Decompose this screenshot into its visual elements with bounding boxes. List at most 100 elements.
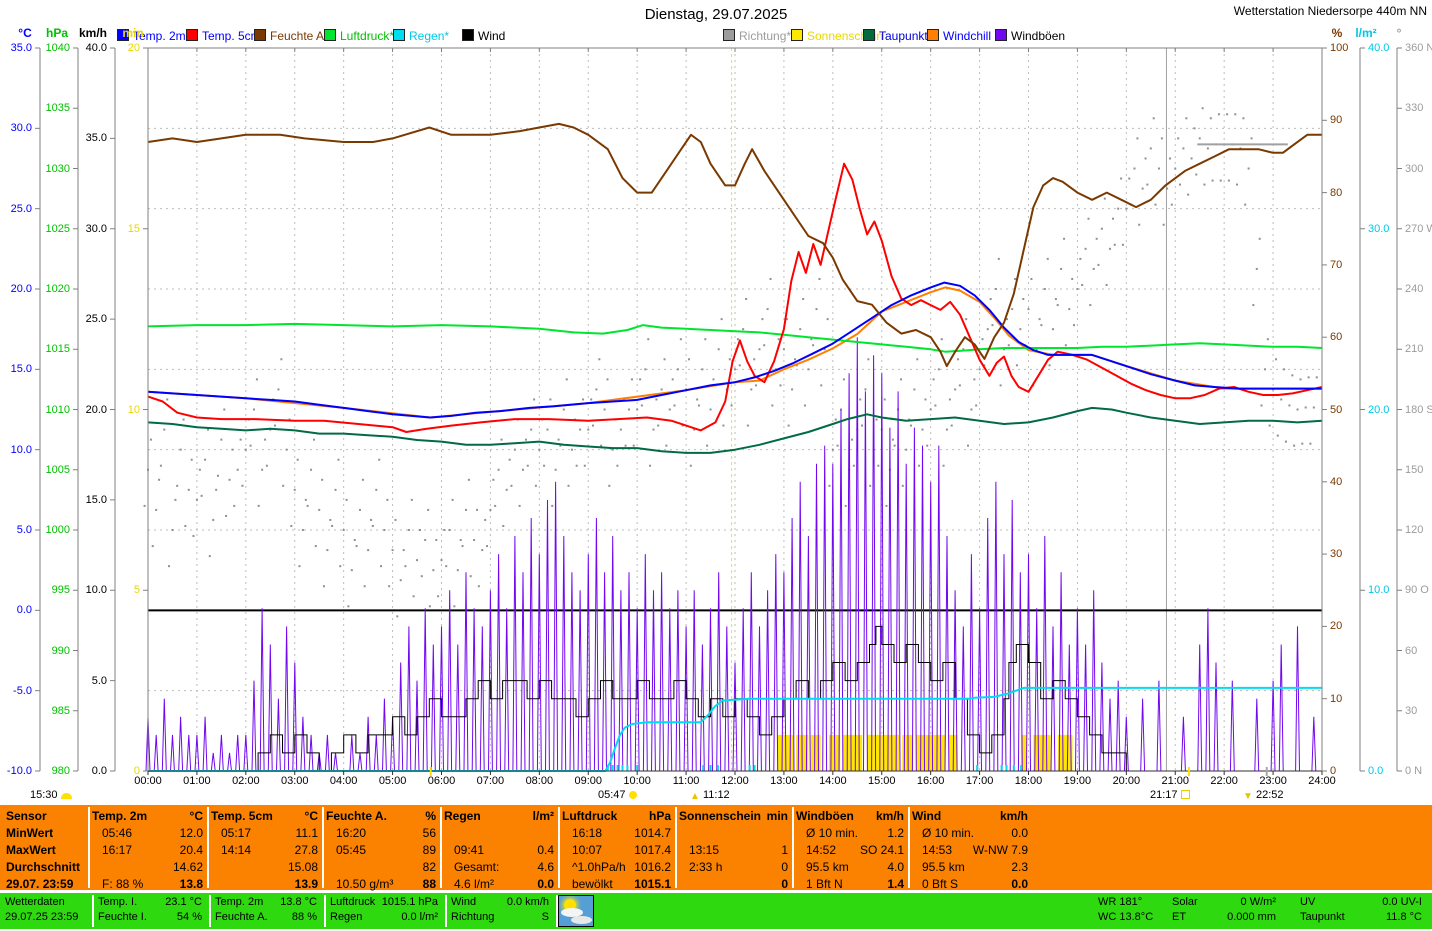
axis-tick-label: 30 <box>1330 548 1382 561</box>
cloud-glyph <box>571 916 592 924</box>
axis-tick-label: 25.0 <box>57 313 107 326</box>
axis-tick-label: 1015 <box>20 343 70 356</box>
axis-tick-label: -5.0 <box>0 685 32 698</box>
x-axis-label: 01:00 <box>177 775 217 788</box>
x-axis-label: 18:00 <box>1009 775 1049 788</box>
status-value: 13.8 °C <box>215 896 317 908</box>
status-label: WC 13.8°C <box>1098 911 1153 923</box>
table-cell-value: 4.0 <box>796 860 904 874</box>
table-cell-value: 4.6 <box>444 860 554 874</box>
table-cell-value: 0.4 <box>444 843 554 857</box>
x-axis-label: 22:00 <box>1204 775 1244 788</box>
table-cell-value: 88 <box>326 877 436 891</box>
x-axis-label: 21:00 <box>1155 775 1195 788</box>
table-cell-value: 1 <box>679 843 788 857</box>
table-cell-value: 56 <box>326 826 436 840</box>
axis-tick-label: 15.0 <box>57 494 107 507</box>
axis-tick-label: 35.0 <box>57 132 107 145</box>
x-axis-label: 19:00 <box>1057 775 1097 788</box>
table-cell-value: 1.4 <box>796 877 904 891</box>
status-separator <box>324 895 326 927</box>
table-cell-value: W-NW 7.9 <box>912 843 1028 857</box>
status-value: 0.000 mm <box>1172 911 1276 923</box>
axis-tick-label: 985 <box>20 705 70 718</box>
status-value: 0.0 UV-I <box>1300 896 1422 908</box>
table-cell-value: 0.0 <box>444 877 554 891</box>
x-axis-label: 20:00 <box>1106 775 1146 788</box>
axis-tick-label: 30 <box>1405 705 1432 718</box>
axis-tick-label: 1005 <box>20 464 70 477</box>
table-separator <box>440 807 442 888</box>
axis-tick-label: 90 O <box>1405 584 1432 597</box>
series-regen-kumuliert <box>148 688 1322 771</box>
table-cell-value: 1014.7 <box>562 826 671 840</box>
table-row-label: 29.07. 23:59 <box>6 877 73 891</box>
x-axis-label: 04:00 <box>324 775 364 788</box>
axis-tick-label: 1000 <box>20 524 70 537</box>
axis-tick-label: 15 <box>90 223 140 236</box>
annotation-0547: 05:47 <box>598 789 637 801</box>
x-axis-label: 07:00 <box>470 775 510 788</box>
x-axis-label: 02:00 <box>226 775 266 788</box>
x-axis-label: 09:00 <box>568 775 608 788</box>
x-axis-label: 13:00 <box>764 775 804 788</box>
table-cell-value: 20.4 <box>92 843 203 857</box>
column-unit: km/h <box>912 809 1028 823</box>
axis-tick-label: 360 N <box>1405 42 1432 55</box>
annotation-time: 05:47 <box>598 789 626 801</box>
status-label: 29.07.25 23:59 <box>5 911 78 923</box>
axis-tick-label: 80 <box>1330 187 1382 200</box>
table-cell-value: 0 <box>679 860 788 874</box>
sun-icon <box>629 791 637 799</box>
status-separator <box>92 895 94 927</box>
axis-tick-label: 990 <box>20 645 70 658</box>
axis-tick-label: 90 <box>1330 114 1382 127</box>
column-unit: °C <box>211 809 318 823</box>
x-axis-label: 00:00 <box>128 775 168 788</box>
status-value: 23.1 °C <box>98 896 202 908</box>
annotation-2117: 21:17 <box>1150 789 1190 801</box>
series-feuchte <box>148 124 1322 366</box>
series-sonnenschein <box>778 735 1073 771</box>
table-cell-value: 2.3 <box>912 860 1028 874</box>
status-separator <box>445 895 447 927</box>
column-unit: % <box>326 809 436 823</box>
axis-tick-label: 5 <box>90 584 140 597</box>
status-value: 0 W/m² <box>1172 896 1276 908</box>
column-unit: °C <box>92 809 203 823</box>
table-cell-value: 1015.1 <box>562 877 671 891</box>
x-axis-label: 11:00 <box>666 775 706 788</box>
table-separator <box>675 807 677 888</box>
weather-report-page: { "header": { "title": "Dienstag, 29.07.… <box>0 0 1432 931</box>
status-value: S <box>451 911 549 923</box>
table-row-label: MaxWert <box>6 843 56 857</box>
annotation-time: 22:52 <box>1256 789 1284 801</box>
table-separator <box>207 807 209 888</box>
summary-table: SensorMinWertMaxWertDurchschnitt29.07. 2… <box>0 805 1432 890</box>
axis-tick-label: 270 W <box>1405 223 1432 236</box>
table-row-label: MinWert <box>6 826 53 840</box>
status-bar: Wetterdaten29.07.25 23:59Temp. I.23.1 °C… <box>0 893 1432 929</box>
series-windboeen <box>146 337 1316 771</box>
status-value: 1015.1 hPa <box>330 896 438 908</box>
table-cell-value: 15.08 <box>211 860 318 874</box>
axis-tick-label: 10.0 <box>0 444 32 457</box>
x-axis-label: 17:00 <box>960 775 1000 788</box>
x-axis-label: 06:00 <box>422 775 462 788</box>
table-separator <box>88 807 90 888</box>
table-separator <box>322 807 324 888</box>
axis-tick-label: 240 <box>1405 283 1432 296</box>
annotation-time: 21:17 <box>1150 789 1178 801</box>
axis-tick-label: 210 <box>1405 343 1432 356</box>
status-label: Wetterdaten <box>5 896 65 908</box>
axis-tick-label: 300 <box>1405 163 1432 176</box>
table-cell-value: 0.0 <box>912 826 1028 840</box>
moon-icon <box>61 793 72 799</box>
axis-tick-label: 30.0 <box>0 122 32 135</box>
axis-tick-label: 40 <box>1330 476 1382 489</box>
axis-tick-label: 5.0 <box>57 675 107 688</box>
axis-tick-label: 150 <box>1405 464 1432 477</box>
column-unit: l/m² <box>444 809 554 823</box>
status-separator <box>209 895 211 927</box>
table-separator <box>558 807 560 888</box>
